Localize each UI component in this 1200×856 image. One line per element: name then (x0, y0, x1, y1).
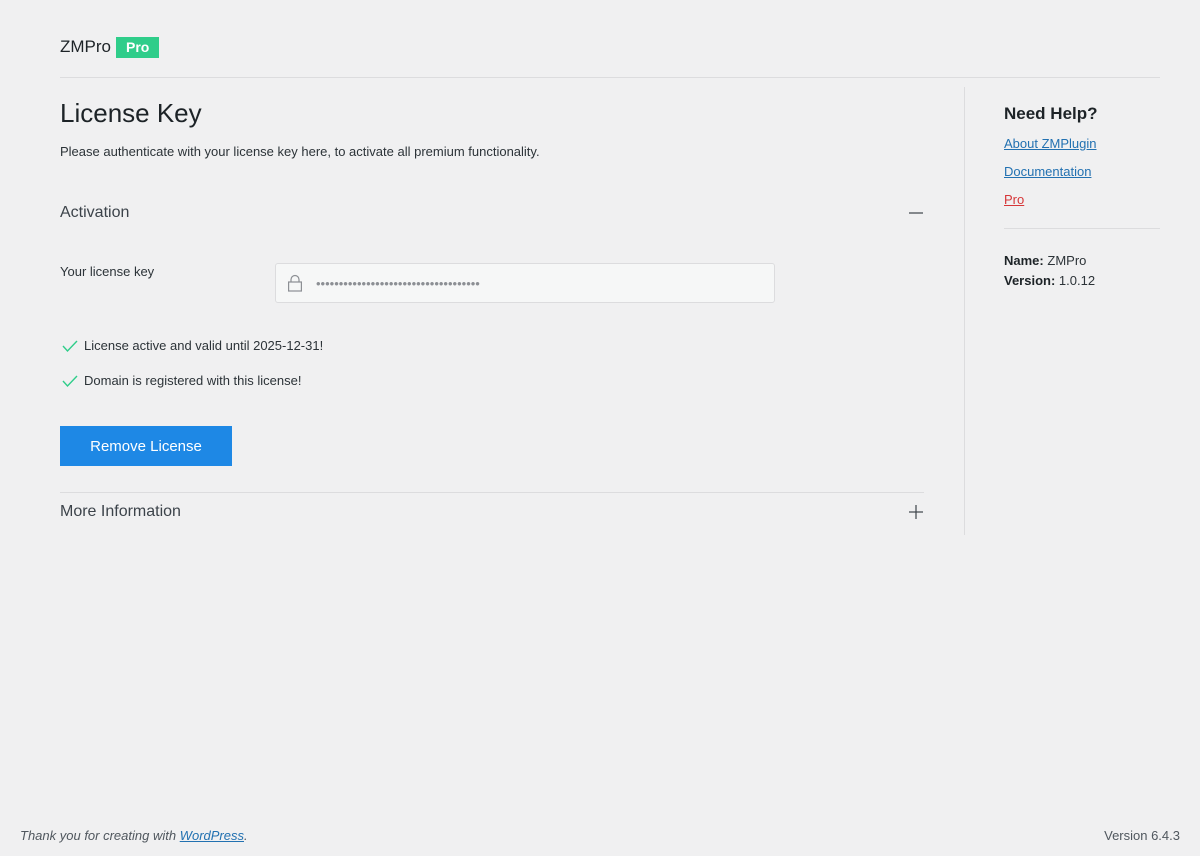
plugin-name: Name: ZMPro (1004, 253, 1086, 268)
page-title: License Key (60, 98, 202, 128)
brand: ZMPro Pro (60, 36, 160, 58)
plugin-name-label: Name: (1004, 253, 1044, 268)
pro-badge: Pro (116, 36, 160, 58)
wordpress-link[interactable]: WordPress (180, 828, 244, 843)
minus-icon[interactable] (908, 205, 924, 221)
license-key-input[interactable] (316, 275, 756, 291)
remove-license-button[interactable]: Remove License (60, 426, 232, 466)
check-icon (62, 339, 78, 353)
plugin-version-value: 1.0.12 (1058, 273, 1096, 288)
plus-icon[interactable] (908, 504, 924, 520)
plugin-name-value: ZMPro (1047, 253, 1087, 268)
activation-title: Activation (60, 204, 130, 221)
license-key-field[interactable] (275, 263, 775, 303)
status-text: License active and valid until 2025-12-3… (84, 338, 324, 353)
footer-thanks: Thank you for creating with WordPress. (20, 828, 248, 843)
lock-icon (287, 274, 303, 292)
plugin-version-label: Version: (1004, 273, 1056, 288)
status-domain-registered: Domain is registered with this license! (62, 373, 301, 388)
sidebar-separator (1004, 228, 1160, 229)
activation-section-header[interactable]: Activation (60, 201, 924, 225)
about-link[interactable]: About ZMPlugin (1004, 136, 1097, 151)
more-info-section-header[interactable]: More Information (60, 500, 924, 524)
documentation-link[interactable]: Documentation (1004, 164, 1091, 179)
status-text: Domain is registered with this license! (84, 373, 302, 388)
sidebar-divider (964, 87, 965, 535)
brand-name: ZMPro (60, 37, 111, 56)
license-key-label: Your license key (60, 264, 155, 279)
footer-thanks-suffix: . (244, 828, 248, 843)
section-divider (60, 492, 924, 493)
license-page: ZMPro Pro License Key Please authenticat… (0, 0, 1200, 856)
footer-version: Version 6.4.3 (1104, 828, 1180, 843)
header-divider (60, 77, 1160, 78)
status-license-active: License active and valid until 2025-12-3… (62, 338, 323, 353)
page-description: Please authenticate with your license ke… (60, 144, 540, 159)
plugin-version: Version: 1.0.12 (1004, 273, 1095, 288)
check-icon (62, 374, 78, 388)
help-title: Need Help? (1004, 104, 1098, 123)
footer-thanks-prefix: Thank you for creating with (20, 828, 180, 843)
pro-link[interactable]: Pro (1004, 192, 1024, 207)
more-info-title: More Information (60, 503, 181, 520)
